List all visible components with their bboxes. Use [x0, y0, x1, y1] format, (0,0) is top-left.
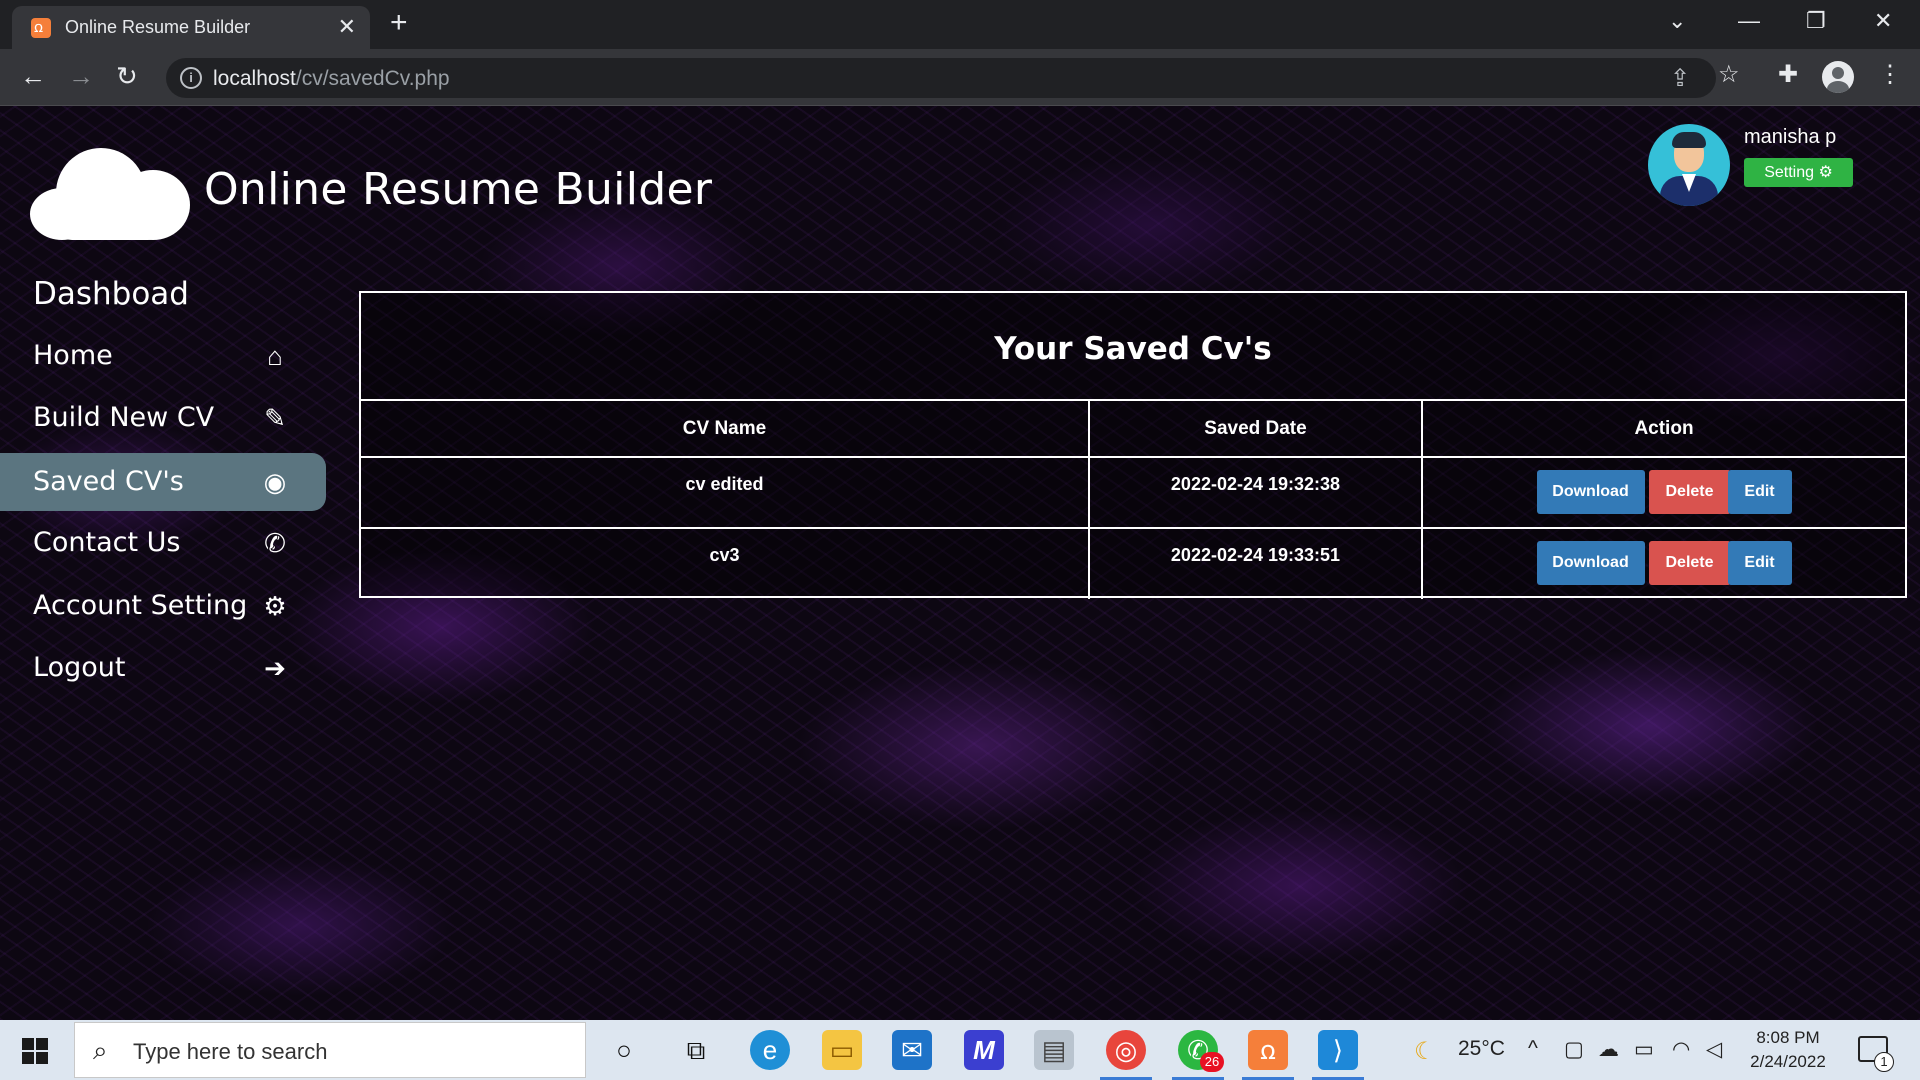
sidebar-item-label: Build New CV — [33, 402, 215, 433]
saved-date-cell: 2022-02-24 19:33:51 — [1088, 527, 1423, 599]
clock-time: 8:08 PM — [1756, 1028, 1820, 1047]
browser-toolbar: ← → ↻ i localhost/cv/savedCv.php ⇪ ☆ ✚ ⋮ — [0, 49, 1920, 106]
new-tab-button[interactable]: + — [390, 8, 408, 38]
action-cell: Download Delete Edit — [1421, 527, 1905, 599]
saved-cvs-panel: Your Saved Cv's CV Name Saved Date Actio… — [359, 291, 1907, 599]
gear-icon: ⚙ — [263, 591, 287, 621]
cv-name-cell: cv3 — [361, 527, 1090, 599]
notification-count: 1 — [1874, 1052, 1894, 1072]
mail-icon[interactable]: ✉ — [892, 1030, 932, 1070]
user-avatar — [1648, 124, 1730, 206]
restore-icon[interactable]: ❐ — [1806, 8, 1826, 34]
extensions-icon[interactable]: ✚ — [1778, 60, 1798, 89]
task-view-icon[interactable]: ⧉ — [676, 1030, 716, 1070]
chrome-icon[interactable]: ◎ — [1100, 1030, 1152, 1080]
browser-tab[interactable]: Online Resume Builder ✕ — [12, 6, 370, 49]
edge-icon[interactable]: e — [750, 1030, 790, 1070]
download-button[interactable]: Download — [1536, 541, 1645, 585]
table-row: cv edited 2022-02-24 19:32:38 Download De… — [361, 456, 1905, 529]
file-explorer-icon[interactable]: ▭ — [822, 1030, 862, 1070]
search-placeholder: Type here to search — [133, 1039, 328, 1064]
user-name: manisha p — [1744, 126, 1837, 148]
url-host: localhost — [213, 67, 296, 90]
forward-icon[interactable]: → — [68, 61, 94, 91]
minimize-icon[interactable]: — — [1738, 8, 1760, 34]
panel-title: Your Saved Cv's — [361, 293, 1905, 401]
edit-button[interactable]: Edit — [1727, 470, 1792, 514]
edit-icon: ✎ — [264, 403, 286, 433]
clock-date: 2/24/2022 — [1750, 1052, 1826, 1071]
sidebar-item-label: Contact Us — [33, 527, 181, 558]
cortana-icon[interactable]: ○ — [604, 1030, 644, 1070]
bookmark-star-icon[interactable]: ☆ — [1718, 60, 1740, 89]
setting-button[interactable]: Setting ⚙ — [1744, 158, 1853, 187]
volume-icon[interactable]: ◁ — [1706, 1037, 1722, 1062]
windows-start-icon[interactable] — [22, 1038, 48, 1064]
page-content: Online Resume Builder manisha p Setting … — [0, 106, 1920, 1020]
share-icon[interactable]: ⇪ — [1670, 64, 1690, 93]
saved-date-cell: 2022-02-24 19:32:38 — [1088, 456, 1423, 529]
cloud-logo-icon[interactable] — [30, 136, 190, 240]
user-circle-icon: ◉ — [263, 467, 287, 497]
chevron-up-icon[interactable]: ^ — [1528, 1037, 1538, 1061]
sidebar-item-build-new-cv[interactable]: Build New CV ✎ — [0, 389, 326, 447]
action-cell: Download Delete Edit — [1421, 456, 1905, 529]
photos-icon[interactable]: ▤ — [1034, 1030, 1074, 1070]
sidebar-item-contact-us[interactable]: Contact Us ✆ — [0, 514, 326, 572]
sidebar-item-label: Home — [33, 340, 113, 371]
onedrive-icon[interactable]: ☁ — [1598, 1037, 1619, 1062]
battery-icon[interactable]: ▭ — [1634, 1037, 1654, 1062]
windows-taskbar: ⌕ Type here to search ○ ⧉ e ▭ ✉ M ▤ ◎ ✆ 2… — [0, 1020, 1920, 1080]
whatsapp-icon[interactable]: ✆ 26 — [1172, 1030, 1224, 1080]
site-info-icon[interactable]: i — [180, 67, 202, 89]
delete-button[interactable]: Delete — [1648, 470, 1731, 514]
tab-close-icon[interactable]: ✕ — [338, 14, 356, 40]
sidebar-item-label: Account Setting — [33, 590, 248, 621]
delete-button[interactable]: Delete — [1648, 541, 1731, 585]
logout-icon: ➔ — [264, 653, 286, 683]
column-header-action: Action — [1421, 401, 1905, 458]
vscode-icon[interactable]: ⟩ — [1312, 1030, 1364, 1080]
table-row: cv3 2022-02-24 19:33:51 Download Delete Ed… — [361, 527, 1905, 599]
meet-icon[interactable]: ▢ — [1564, 1037, 1584, 1062]
xampp-favicon-icon — [31, 18, 51, 38]
sidebar-item-label: Logout — [33, 652, 126, 683]
whatsapp-badge: 26 — [1200, 1052, 1224, 1072]
sidebar-title: Dashboad — [33, 276, 189, 312]
profile-avatar-icon[interactable] — [1822, 61, 1854, 93]
cv-name-cell: cv edited — [361, 456, 1090, 529]
tab-search-icon[interactable]: ⌄ — [1668, 8, 1686, 34]
xampp-icon[interactable]: ꭥ — [1242, 1030, 1294, 1080]
reload-icon[interactable]: ↻ — [116, 61, 138, 91]
sidebar-item-saved-cvs[interactable]: Saved CV's ◉ — [0, 453, 326, 511]
back-icon[interactable]: ← — [20, 61, 46, 91]
column-header-saved-date: Saved Date — [1088, 401, 1423, 458]
taskbar-clock[interactable]: 8:08 PM 2/24/2022 — [1748, 1026, 1828, 1074]
edit-button[interactable]: Edit — [1727, 541, 1792, 585]
address-bar[interactable]: i localhost/cv/savedCv.php ⇪ — [166, 58, 1716, 98]
site-title: Online Resume Builder — [204, 164, 713, 215]
home-icon: ⌂ — [267, 341, 283, 371]
table-header-row: CV Name Saved Date Action — [361, 401, 1905, 458]
wifi-icon[interactable]: ◠ — [1672, 1037, 1690, 1062]
column-header-cv-name: CV Name — [361, 401, 1090, 458]
phone-icon: ✆ — [264, 528, 286, 558]
url-path: /cv/savedCv.php — [295, 67, 450, 90]
browser-tab-bar: Online Resume Builder ✕ + ⌄ — ❐ ✕ — [0, 0, 1920, 49]
sidebar-item-account-setting[interactable]: Account Setting ⚙ — [0, 577, 326, 635]
search-icon: ⌕ — [93, 1035, 108, 1065]
moon-weather-icon[interactable]: ☾ — [1414, 1037, 1436, 1066]
sidebar-item-label: Saved CV's — [33, 466, 184, 497]
saved-cvs-table: CV Name Saved Date Action cv edited 2022… — [361, 401, 1905, 599]
sidebar-item-home[interactable]: Home ⌂ — [0, 327, 326, 385]
url-text[interactable]: localhost/cv/savedCv.php — [213, 67, 450, 91]
window-close-icon[interactable]: ✕ — [1874, 8, 1892, 34]
weather-temperature[interactable]: 25°C — [1458, 1037, 1505, 1061]
download-button[interactable]: Download — [1536, 470, 1645, 514]
app-icon[interactable]: M — [964, 1030, 1004, 1070]
sidebar-item-logout[interactable]: Logout ➔ — [0, 639, 326, 697]
menu-kebab-icon[interactable]: ⋮ — [1878, 60, 1902, 89]
taskbar-search-input[interactable]: ⌕ Type here to search — [74, 1022, 586, 1078]
tab-title: Online Resume Builder — [65, 17, 251, 37]
